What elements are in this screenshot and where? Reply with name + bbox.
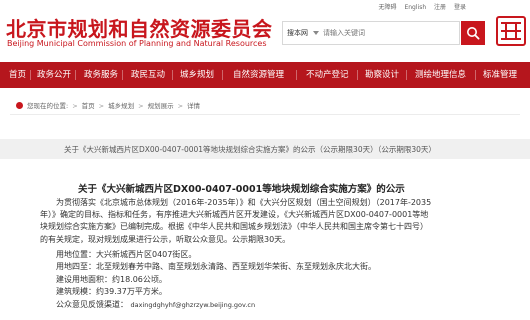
article-title: 关于《大兴新城西片区DX00-0407-0001等地块规划综合实施方案》的公示 xyxy=(78,184,405,195)
land-boundary: 用地四至：北至规划春芳中路、南至规划永清路、西至规划华荣街、东至规划永庆北大街。 xyxy=(56,262,376,271)
breadcrumb-home[interactable]: 首页 xyxy=(82,102,95,110)
nav-item-standards[interactable]: 标准管理 xyxy=(483,62,517,88)
divider xyxy=(10,114,520,115)
accessibility-link[interactable]: 无障碍 xyxy=(379,4,397,11)
english-link[interactable]: English xyxy=(404,4,426,11)
site-title[interactable]: 北京市规划和自然资源委员会 xyxy=(6,13,273,42)
land-location: 用地位置：大兴新城西片区0407街区。 xyxy=(56,250,197,259)
nav-item-real-estate[interactable]: 不动产登记 xyxy=(306,62,349,88)
register-link[interactable]: 注册 xyxy=(434,4,446,11)
nav-item-home[interactable]: 首页 xyxy=(9,62,26,88)
search-button[interactable] xyxy=(461,21,485,45)
feedback-email[interactable]: daxingdghyhf@ghzrzyw.beijing.gov.cn xyxy=(131,301,256,309)
nav-item-gov-affairs[interactable]: 政务公开 xyxy=(37,62,71,88)
main-nav: 首页 政务公开 政务服务 政民互动 城乡规划 自然资源管理 不动产登记 勘察设计… xyxy=(0,62,530,88)
breadcrumb-detail: 详情 xyxy=(187,102,201,110)
search-box: 搜本网 xyxy=(282,21,460,45)
site-title-english: Beijing Municipal Commission of Planning… xyxy=(7,39,267,48)
capital-planning-seal-logo xyxy=(496,16,526,46)
chevron-down-icon[interactable] xyxy=(313,31,319,35)
location-pin-icon xyxy=(16,102,23,109)
nav-item-survey-design[interactable]: 勘察设计 xyxy=(365,62,399,88)
site-header: 北京市规划和自然资源委员会 Beijing Municipal Commissi… xyxy=(0,0,530,62)
nav-item-natural-resources[interactable]: 自然资源管理 xyxy=(233,62,284,88)
feedback-channel: 公众意见反馈渠道： daxingdghyhf@ghzrzyw.beijing.g… xyxy=(56,299,255,310)
breadcrumb-planning-display[interactable]: 规划展示 xyxy=(148,102,174,110)
search-input[interactable] xyxy=(323,25,457,41)
article-paragraph-line: 的有关规定，现对规划成果进行公示，听取公众意见。公示期限30天。 xyxy=(40,235,291,244)
notice-text: 关于《大兴新城西片区DX00-0407-0001等地块规划综合实施方案》的公示（… xyxy=(64,145,436,154)
top-links: 无障碍 English 注册 登录 xyxy=(373,2,466,11)
nav-item-geo-info[interactable]: 测绘地理信息 xyxy=(415,62,466,88)
search-scope-select[interactable]: 搜本网 xyxy=(287,28,308,38)
breadcrumb-urban-planning[interactable]: 城乡规划 xyxy=(108,102,134,110)
notice-bar: 关于《大兴新城西片区DX00-0407-0001等地块规划综合实施方案》的公示（… xyxy=(0,139,530,159)
login-link[interactable]: 登录 xyxy=(454,4,466,11)
feedback-label: 公众意见反馈渠道： xyxy=(56,300,128,309)
article-paragraph-line: 为贯彻落实《北京城市总体规划（2016年-2035年）》和《大兴分区规划（国土空… xyxy=(56,198,432,207)
nav-item-interaction[interactable]: 政民互动 xyxy=(131,62,165,88)
nav-item-gov-services[interactable]: 政务服务 xyxy=(84,62,118,88)
breadcrumb: 您现在的位置: > 首页 > 城乡规划 > 规划展示 > 详情 xyxy=(16,100,200,110)
article-paragraph-line: 块规划综合实施方案》已编制完成。根据《中华人民共和国城乡规划法》（中华人民共和国… xyxy=(40,222,428,231)
breadcrumb-prefix: 您现在的位置: xyxy=(27,102,69,110)
building-area: 建筑规模：约39.37万平方米。 xyxy=(56,287,167,296)
article-paragraph-line: 年）》确定的目标、指标和任务，有序推进大兴新城西片区开发建设，《大兴新城西片区D… xyxy=(40,210,429,219)
nav-item-urban-planning[interactable]: 城乡规划 xyxy=(180,62,214,88)
search-icon xyxy=(467,27,480,40)
land-area: 建设用地面积：约18.06公顷。 xyxy=(56,275,167,284)
